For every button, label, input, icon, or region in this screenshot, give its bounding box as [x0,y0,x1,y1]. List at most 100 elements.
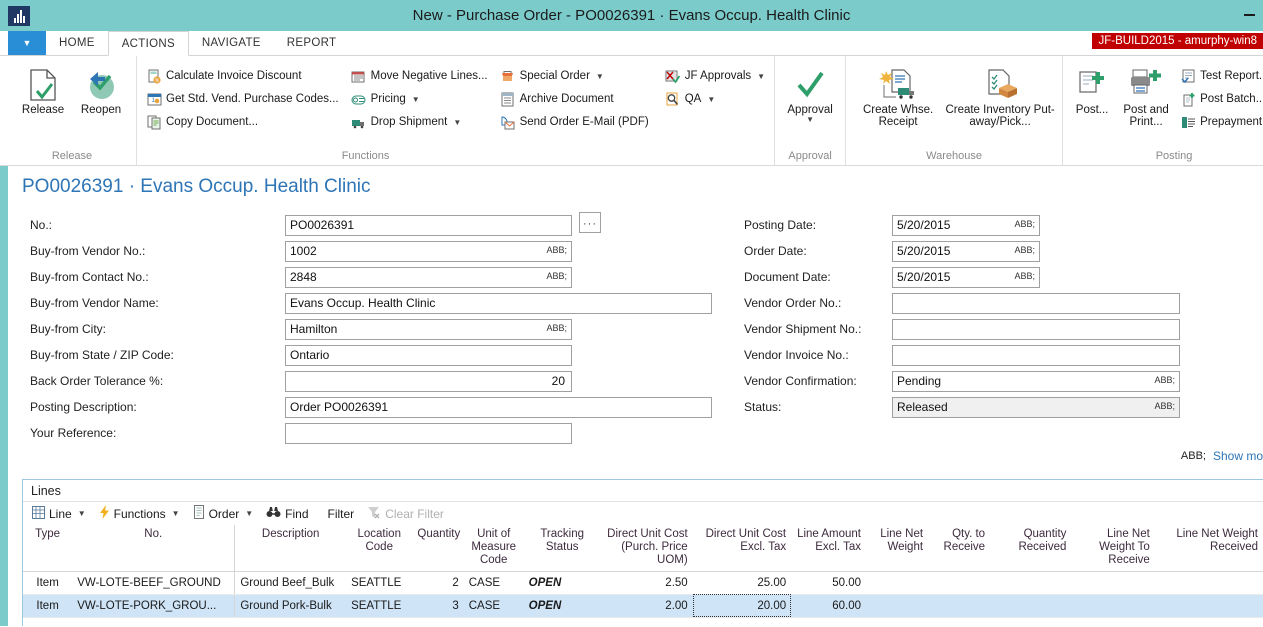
vendor-confirmation-input[interactable] [892,371,1180,392]
release-button[interactable]: Release [14,62,72,116]
your-reference-input[interactable] [285,423,572,444]
column-header-line-amount-excl-tax[interactable]: Line Amount Excl. Tax [791,525,866,571]
cell-qty-to-receive[interactable] [928,594,990,617]
cell-qty-to-receive[interactable] [928,571,990,594]
vendor-shipment-no-input[interactable] [892,319,1180,340]
column-header-line-net-weight-received[interactable]: Line Net Weight Received [1155,525,1263,571]
cell-type[interactable]: Item [23,571,72,594]
column-header-unit-of-measure-code[interactable]: Unit of Measure Code [464,525,524,571]
get-std-vend-purchase-codes-button[interactable]: 1 Get Std. Vend. Purchase Codes... [143,89,342,109]
column-header-type[interactable]: Type [23,525,72,571]
cell-line-net-weight[interactable] [866,571,928,594]
send-order-email-button[interactable]: Send Order E-Mail (PDF) [497,112,652,132]
tab-actions[interactable]: ACTIONS [108,31,189,56]
create-whse-receipt-button[interactable]: Create Whse. Receipt [852,62,944,128]
special-order-button[interactable]: Special Order ▼ [497,66,652,86]
chevron-down-icon: ▼ [707,95,715,104]
buy-from-city-input[interactable] [285,319,572,340]
no-input[interactable] [285,215,572,236]
status-input[interactable] [892,397,1180,418]
post-batch-button[interactable]: Post Batch... [1177,89,1263,109]
column-header-qty-to-receive[interactable]: Qty. to Receive [928,525,990,571]
posting-date-input[interactable] [892,215,1040,236]
order-date-input[interactable] [892,241,1040,262]
cell-tracking-status[interactable]: OPEN [524,594,601,617]
cell-direct-unit-cost-excl-tax[interactable]: 20.00 [693,594,791,617]
vendor-order-no-input[interactable] [892,293,1180,314]
back-order-tolerance-input[interactable] [285,371,572,392]
cell-line-amount-excl-tax[interactable]: 50.00 [791,571,866,594]
cell-location-code[interactable]: SEATTLE [346,594,412,617]
reopen-button[interactable]: Reopen [72,62,130,116]
column-header-quantity[interactable]: Quantity [412,525,463,571]
move-negative-lines-button[interactable]: Move Negative Lines... [348,66,491,86]
cell-description[interactable]: Ground Beef_Bulk [235,571,346,594]
cell-quantity[interactable]: 3 [412,594,463,617]
column-header-line-net-weight-to-receive[interactable]: Line Net Weight To Receive [1071,525,1154,571]
post-button[interactable]: Post... [1069,62,1115,116]
cell-line-net-weight-received[interactable] [1155,594,1263,617]
column-header-direct-unit-cost-excl-tax[interactable]: Direct Unit Cost Excl. Tax [693,525,791,571]
lines-clear-filter-button[interactable]: Clear Filter [362,504,449,524]
cell-direct-unit-cost-excl-tax[interactable]: 25.00 [693,571,791,594]
cell-direct-unit-cost-purch[interactable]: 2.00 [601,594,693,617]
column-header-quantity-received[interactable]: Quantity Received [990,525,1071,571]
cell-direct-unit-cost-purch[interactable]: 2.50 [601,571,693,594]
archive-document-button[interactable]: Archive Document [497,89,652,109]
buy-from-state-zip-input[interactable] [285,345,572,366]
cell-description[interactable]: Ground Pork-Bulk [235,594,346,617]
cell-quantity[interactable]: 2 [412,571,463,594]
buy-from-contact-no-input[interactable] [285,267,572,288]
show-more-toggle[interactable]: ABB; Show mo [1181,449,1263,463]
no-lookup-button[interactable]: ··· [579,212,601,233]
cell-quantity-received[interactable] [990,594,1071,617]
cell-line-net-weight-to-receive[interactable] [1071,571,1154,594]
lines-filter-button[interactable]: Filter [323,504,360,524]
application-menu-button[interactable]: ▼ [8,31,46,55]
cell-uom[interactable]: CASE [464,571,524,594]
cell-no[interactable]: VW-LOTE-BEEF_GROUND [72,571,235,594]
test-report-button[interactable]: Test Report... [1177,66,1263,86]
document-date-input[interactable] [892,267,1040,288]
lines-line-button[interactable]: Line ▼ [27,504,91,524]
qa-button[interactable]: QA ▼ [662,89,768,109]
lines-functions-button[interactable]: Functions ▼ [94,504,185,524]
tab-home[interactable]: HOME [46,31,108,55]
column-header-location-code[interactable]: Location Code [346,525,412,571]
vendor-invoice-no-input[interactable] [892,345,1180,366]
tab-navigate[interactable]: NAVIGATE [189,31,274,55]
post-and-print-button[interactable]: Post and Print... [1115,62,1177,128]
approval-button[interactable]: Approval ▼ [781,62,839,123]
lines-order-button[interactable]: Order ▼ [188,504,259,524]
calculate-invoice-discount-button[interactable]: % Calculate Invoice Discount [143,66,342,86]
minimize-icon[interactable] [1244,14,1255,16]
table-row[interactable]: Item VW-LOTE-BEEF_GROUND Ground Beef_Bul… [23,571,1263,594]
cell-line-amount-excl-tax[interactable]: 60.00 [791,594,866,617]
create-inventory-putaway-pick-button[interactable]: Create Inventory Put-away/Pick... [944,62,1056,128]
column-header-no[interactable]: No. [72,525,235,571]
tab-report[interactable]: REPORT [274,31,350,55]
cell-line-net-weight[interactable] [866,594,928,617]
jf-approvals-button[interactable]: JF Approvals ▼ [662,66,768,86]
cell-line-net-weight-to-receive[interactable] [1071,594,1154,617]
posting-description-input[interactable] [285,397,712,418]
table-row[interactable]: Item VW-LOTE-PORK_GROU... Ground Pork-Bu… [23,594,1263,617]
pricing-button[interactable]: Pricing ▼ [348,89,491,109]
column-header-description[interactable]: Description [235,525,346,571]
column-header-direct-unit-cost-purch[interactable]: Direct Unit Cost (Purch. Price UOM) [601,525,693,571]
cell-tracking-status[interactable]: OPEN [524,571,601,594]
prepayment-button[interactable]: Prepayment ▼ [1177,112,1263,132]
buy-from-vendor-name-input[interactable] [285,293,712,314]
cell-type[interactable]: Item [23,594,72,617]
cell-location-code[interactable]: SEATTLE [346,571,412,594]
copy-document-button[interactable]: Copy Document... [143,112,342,132]
cell-no[interactable]: VW-LOTE-PORK_GROU... [72,594,235,617]
cell-line-net-weight-received[interactable] [1155,571,1263,594]
drop-shipment-button[interactable]: Drop Shipment ▼ [348,112,491,132]
column-header-tracking-status[interactable]: Tracking Status [524,525,601,571]
lines-find-button[interactable]: Find [261,504,313,524]
cell-uom[interactable]: CASE [464,594,524,617]
cell-quantity-received[interactable] [990,571,1071,594]
buy-from-vendor-no-input[interactable] [285,241,572,262]
column-header-line-net-weight[interactable]: Line Net Weight [866,525,928,571]
